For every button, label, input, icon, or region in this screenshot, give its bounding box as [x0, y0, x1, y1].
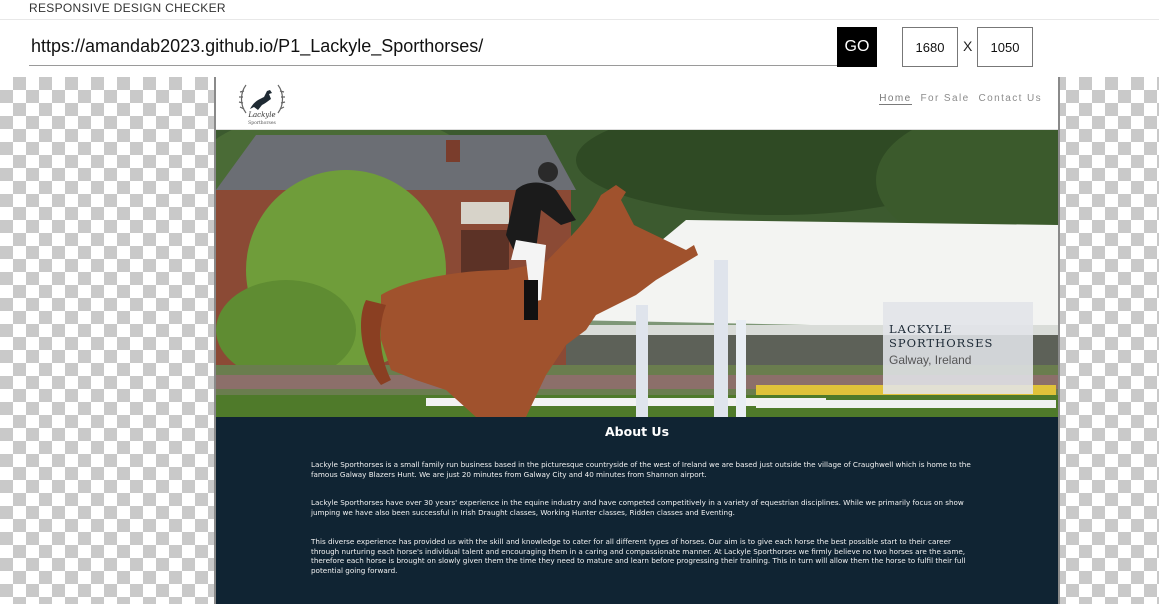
hero-info-card: LACKYLE SPORTHORSES Galway, Ireland: [883, 302, 1033, 394]
logo-text: Lackyle: [247, 111, 275, 119]
site-preview-frame[interactable]: Lackyle Sporthorses Home For Sale Contac…: [214, 77, 1060, 604]
dimension-separator: X: [963, 38, 973, 54]
site-logo[interactable]: Lackyle Sporthorses: [234, 79, 290, 127]
hero-location: Galway, Ireland: [889, 353, 972, 367]
go-button[interactable]: GO: [837, 27, 877, 67]
logo-subtext: Sporthorses: [248, 120, 276, 126]
about-paragraph: Lackyle Sporthorses is a small family ru…: [311, 460, 971, 479]
about-title: About Us: [604, 424, 670, 439]
hero-section: LACKYLE SPORTHORSES Galway, Ireland: [216, 130, 1058, 417]
site-nav: Home For Sale Contact Us: [879, 93, 1042, 105]
header-divider: [0, 19, 1159, 20]
url-input[interactable]: [29, 28, 837, 66]
nav-home[interactable]: Home: [879, 93, 912, 105]
nav-contact-us[interactable]: Contact Us: [979, 93, 1042, 105]
width-input[interactable]: [902, 27, 958, 67]
horse-jumper-icon: [250, 90, 272, 110]
hero-brand-name: LACKYLE SPORTHORSES: [889, 322, 994, 350]
about-paragraph: Lackyle Sporthorses have over 30 years' …: [311, 498, 964, 517]
height-input[interactable]: [977, 27, 1033, 67]
nav-for-sale[interactable]: For Sale: [921, 93, 970, 105]
about-section: About Us Lackyle Sporthorses is a small …: [216, 417, 1058, 604]
app-title: RESPONSIVE DESIGN CHECKER: [29, 1, 226, 15]
site-header: Lackyle Sporthorses Home For Sale Contac…: [216, 77, 1058, 131]
about-paragraph: This diverse experience has provided us …: [311, 537, 966, 575]
